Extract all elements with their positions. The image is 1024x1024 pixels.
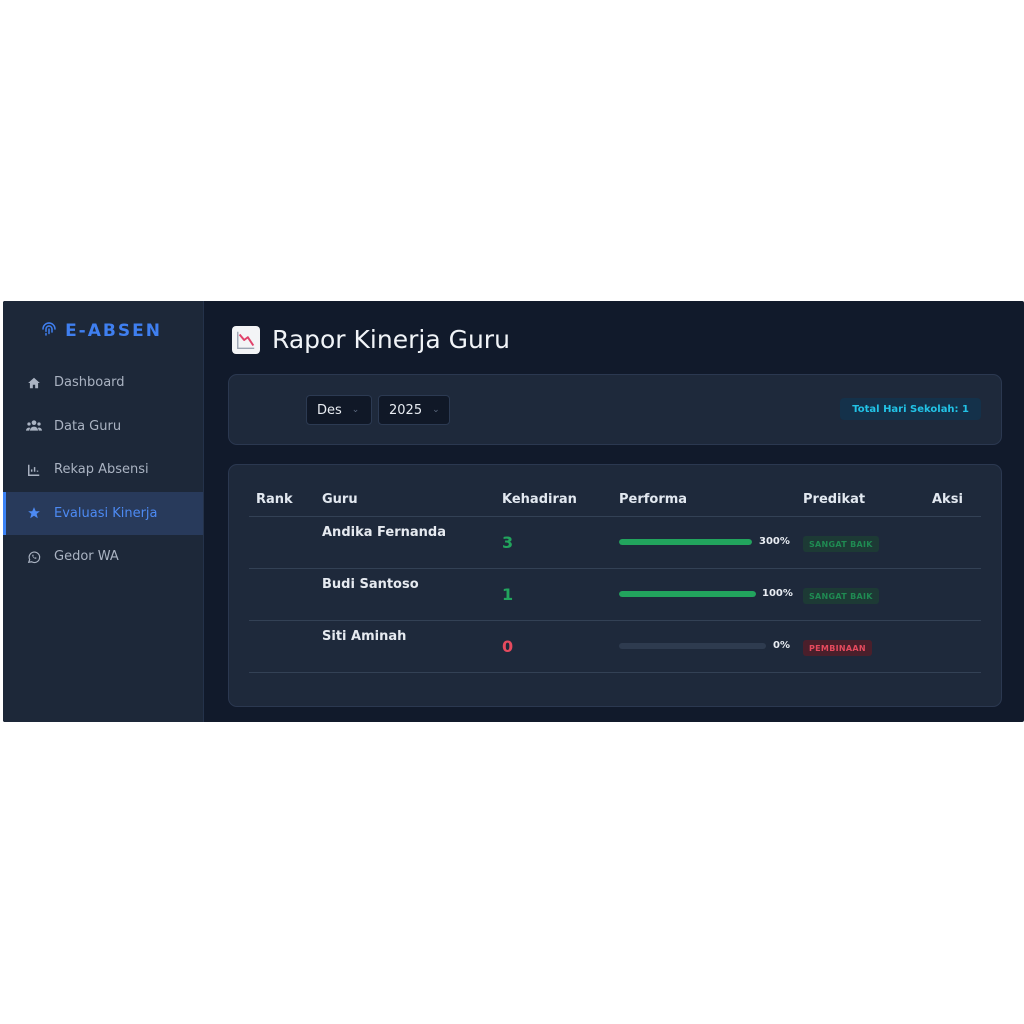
year-value: 2025 xyxy=(389,402,423,418)
filter-label xyxy=(247,403,297,415)
sidebar-item-label: Dashboard xyxy=(54,375,125,391)
month-value: Des xyxy=(317,402,342,418)
performance-bar xyxy=(619,643,766,649)
table-row[interactable]: Budi Santoso 1 100% SANGAT BAIK xyxy=(249,569,981,621)
predicate-badge: SANGAT BAIK xyxy=(803,588,879,604)
header-aksi: Aksi xyxy=(932,492,963,507)
rank-cell xyxy=(267,589,295,599)
chevron-down-icon: ⌄ xyxy=(432,405,440,415)
sidebar-item-rekap-absensi[interactable]: Rekap Absensi xyxy=(3,448,203,492)
header-guru: Guru xyxy=(322,492,358,507)
brand-logo[interactable]: E-ABSEN xyxy=(3,301,203,361)
sidebar-item-label: Rekap Absensi xyxy=(54,462,149,478)
rank-cell xyxy=(267,537,295,547)
performance-bar-fill xyxy=(619,539,752,545)
table-row[interactable]: Siti Aminah 0 0% PEMBINAAN xyxy=(249,621,981,673)
whatsapp-icon xyxy=(26,549,42,565)
filter-card: Des ⌄ 2025 ⌄ Total Hari Sekolah: 1 xyxy=(228,374,1002,445)
home-icon xyxy=(26,375,42,391)
header-predikat: Predikat xyxy=(803,492,866,507)
attendance-count: 1 xyxy=(502,585,514,604)
chart-decreasing-icon xyxy=(232,325,260,354)
year-select[interactable]: 2025 ⌄ xyxy=(378,395,450,425)
performance-percent: 300% xyxy=(759,536,790,547)
chart-bar-icon xyxy=(26,462,42,478)
main-content: Rapor Kinerja Guru Des ⌄ 2025 ⌄ Total Ha… xyxy=(204,301,1024,722)
total-days-badge: Total Hari Sekolah: 1 xyxy=(840,398,981,420)
table-header: Rank Guru Kehadiran Performa Predikat Ak… xyxy=(249,485,981,517)
performance-bar xyxy=(619,591,756,597)
performance-table: Rank Guru Kehadiran Performa Predikat Ak… xyxy=(228,464,1002,707)
sidebar-item-data-guru[interactable]: Data Guru xyxy=(3,405,203,449)
header-kehadiran: Kehadiran xyxy=(502,492,577,507)
header-performa: Performa xyxy=(619,492,688,507)
sidebar-item-dashboard[interactable]: Dashboard xyxy=(3,361,203,405)
users-icon xyxy=(26,418,42,434)
sidebar-item-gedor-wa[interactable]: Gedor WA xyxy=(3,535,203,579)
teacher-subtitle xyxy=(322,596,362,604)
sidebar-item-evaluasi-kinerja[interactable]: Evaluasi Kinerja xyxy=(3,491,203,535)
fingerprint-icon xyxy=(40,320,58,343)
sidebar: E-ABSEN Dashboard Data Guru Rekap Absens… xyxy=(3,301,204,722)
performance-bar-fill xyxy=(619,591,756,597)
teacher-name: Andika Fernanda xyxy=(322,525,446,540)
month-select[interactable]: Des ⌄ xyxy=(306,395,372,425)
performance-percent: 100% xyxy=(762,588,793,599)
rank-cell xyxy=(267,641,295,651)
page-title: Rapor Kinerja Guru xyxy=(232,325,510,354)
performance-bar xyxy=(619,539,752,545)
teacher-name: Siti Aminah xyxy=(322,629,407,644)
sidebar-item-label: Gedor WA xyxy=(54,549,119,565)
teacher-subtitle xyxy=(322,648,362,656)
star-icon xyxy=(26,505,42,521)
header-rank: Rank xyxy=(256,492,293,507)
teacher-name: Budi Santoso xyxy=(322,577,419,592)
predicate-badge: SANGAT BAIK xyxy=(803,536,879,552)
table-row[interactable]: Andika Fernanda 3 300% SANGAT BAIK xyxy=(249,517,981,569)
performance-percent: 0% xyxy=(773,640,790,651)
attendance-count: 0 xyxy=(502,637,514,656)
page-title-text: Rapor Kinerja Guru xyxy=(272,325,510,354)
predicate-badge: PEMBINAAN xyxy=(803,640,872,656)
attendance-count: 3 xyxy=(502,533,514,552)
chevron-down-icon: ⌄ xyxy=(351,405,360,415)
app-window: E-ABSEN Dashboard Data Guru Rekap Absens… xyxy=(3,301,1024,722)
teacher-subtitle xyxy=(322,544,362,552)
brand-name: E-ABSEN xyxy=(65,321,162,341)
sidebar-item-label: Evaluasi Kinerja xyxy=(54,505,158,521)
sidebar-item-label: Data Guru xyxy=(54,418,122,434)
